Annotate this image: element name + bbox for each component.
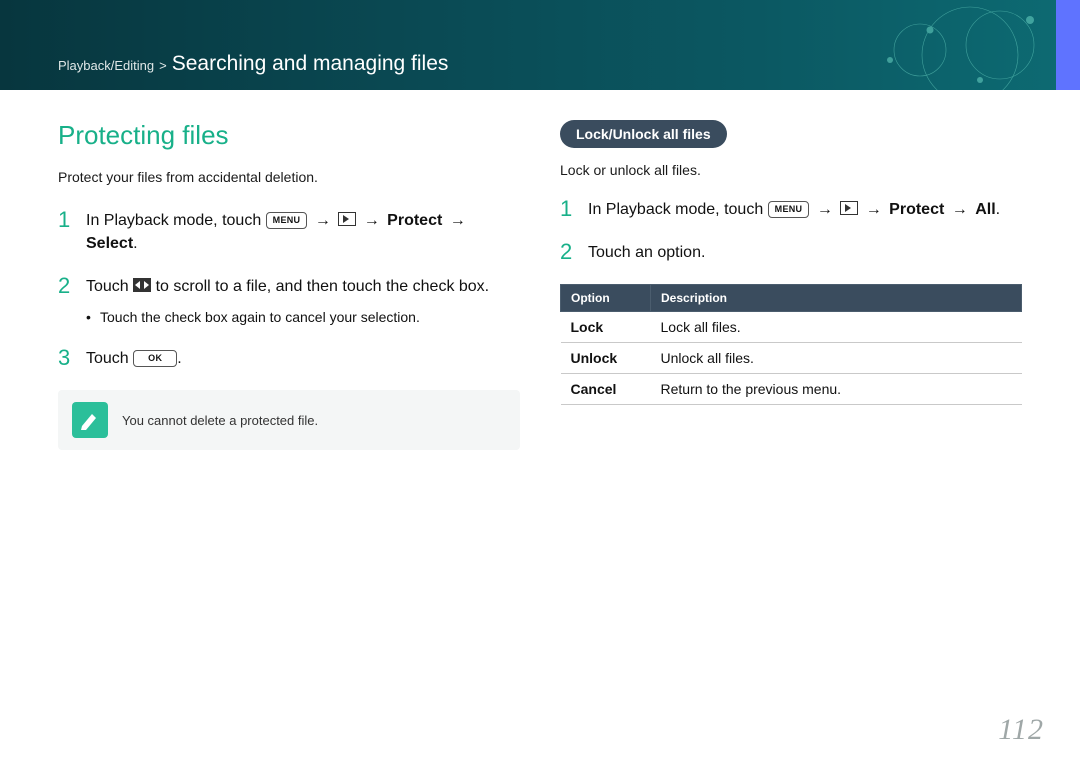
- right-intro: Lock or unlock all files.: [560, 162, 1022, 178]
- left-right-icon: [133, 278, 151, 292]
- table-row: Unlock Unlock all files.: [561, 343, 1022, 374]
- header-decoration: [820, 0, 1080, 90]
- arrow-icon: →: [450, 212, 466, 229]
- arrow-icon: →: [315, 212, 331, 229]
- pill-heading: Lock/Unlock all files: [560, 120, 727, 148]
- section-intro: Protect your files from accidental delet…: [58, 169, 520, 185]
- side-tab: [1056, 0, 1080, 90]
- step-3: Touch OK.: [58, 347, 520, 370]
- steps-left: In Playback mode, touch MENU → → Protect…: [58, 209, 520, 370]
- right-column: Lock/Unlock all files Lock or unlock all…: [560, 120, 1022, 450]
- breadcrumb-child: Searching and managing files: [172, 52, 449, 76]
- r-step1-lead: In Playback mode, touch: [588, 201, 768, 218]
- options-table: Option Description Lock Lock all files. …: [560, 284, 1022, 405]
- r-step1-protect: Protect: [889, 201, 944, 218]
- breadcrumb: Playback/Editing > Searching and managin…: [58, 52, 448, 76]
- table-row: Lock Lock all files.: [561, 312, 1022, 343]
- section-title: Protecting files: [58, 120, 520, 151]
- opt-cell: Cancel: [561, 374, 651, 405]
- note-box: You cannot delete a protected file.: [58, 390, 520, 450]
- note-icon: [72, 402, 108, 438]
- opt-cell: Lock: [561, 312, 651, 343]
- step3-pre: Touch: [86, 350, 133, 367]
- left-column: Protecting files Protect your files from…: [58, 120, 520, 450]
- step2-pre: Touch: [86, 278, 133, 295]
- step-1: In Playback mode, touch MENU → → Protect…: [560, 198, 1022, 221]
- step-2: Touch to scroll to a file, and then touc…: [58, 275, 520, 326]
- desc-cell: Unlock all files.: [651, 343, 1022, 374]
- arrow-icon: →: [817, 201, 833, 218]
- chevron-right-icon: >: [159, 58, 167, 73]
- step-1: In Playback mode, touch MENU → → Protect…: [58, 209, 520, 255]
- play-box-icon: [338, 212, 356, 226]
- step1-protect: Protect: [387, 212, 442, 229]
- arrow-icon: →: [952, 201, 968, 218]
- steps-right: In Playback mode, touch MENU → → Protect…: [560, 198, 1022, 264]
- table-row: Cancel Return to the previous menu.: [561, 374, 1022, 405]
- menu-button-icon: MENU: [768, 201, 810, 218]
- header-band: Playback/Editing > Searching and managin…: [0, 0, 1080, 90]
- desc-cell: Lock all files.: [651, 312, 1022, 343]
- r-step1-tail: All: [975, 201, 995, 218]
- menu-button-icon: MENU: [266, 212, 308, 229]
- ok-button-icon: OK: [133, 350, 177, 367]
- play-box-icon: [840, 201, 858, 215]
- note-text: You cannot delete a protected file.: [122, 413, 318, 428]
- step2-bullet: Touch the check box again to cancel your…: [86, 307, 489, 327]
- step2-post: to scroll to a file, and then touch the …: [156, 278, 490, 295]
- step-2: Touch an option.: [560, 241, 1022, 264]
- opt-cell: Unlock: [561, 343, 651, 374]
- th-option: Option: [561, 285, 651, 312]
- pencil-icon: [78, 408, 102, 432]
- arrow-icon: →: [866, 201, 882, 218]
- page-content: Protecting files Protect your files from…: [0, 90, 1080, 450]
- r-step2: Touch an option.: [588, 244, 705, 261]
- th-desc: Description: [651, 285, 1022, 312]
- desc-cell: Return to the previous menu.: [651, 374, 1022, 405]
- step1-tail: Select: [86, 235, 133, 252]
- page-number: 112: [998, 713, 1044, 747]
- breadcrumb-parent: Playback/Editing: [58, 58, 154, 73]
- step1-lead: In Playback mode, touch: [86, 212, 266, 229]
- arrow-icon: →: [364, 212, 380, 229]
